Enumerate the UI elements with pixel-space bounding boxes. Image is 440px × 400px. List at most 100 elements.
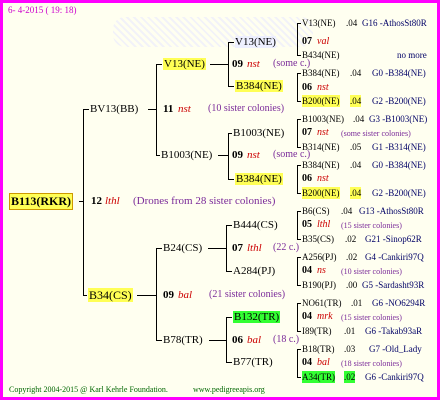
r1-code: G6 -NO6294R: [372, 298, 426, 308]
r1-name: B6(CS): [302, 206, 330, 216]
r1-year: .04: [341, 206, 353, 216]
b78-gen: 06: [232, 334, 243, 346]
v13ne2-queen[interactable]: V13(NE): [235, 36, 276, 48]
r1-name: B384(NE): [302, 68, 340, 78]
r1-year: .01: [351, 298, 363, 308]
r1-year: .04: [350, 68, 362, 78]
root-symbol: lthl: [105, 195, 120, 207]
b34-note: (21 sister colonies): [209, 289, 286, 300]
r2-code: no more: [397, 50, 427, 60]
b132-queen[interactable]: B132(TR): [233, 311, 281, 323]
r1-year: .03: [344, 344, 356, 354]
date-stamp: 6- 4-2015 ( 19: 18): [8, 5, 77, 15]
r2-name: B35(CS): [302, 234, 335, 244]
b384b-queen[interactable]: B384(NE): [235, 173, 283, 185]
b1003-symbol: nst: [247, 149, 260, 161]
r2-code: G2 -B200(NE): [372, 188, 426, 198]
b1003b-symbol: nst: [317, 127, 329, 138]
root-queen[interactable]: B113(RKR): [9, 193, 73, 210]
b384a-symbol: nst: [317, 82, 329, 93]
b384a-gen: 06: [302, 82, 312, 93]
b1003b-note: (some sister colonies): [341, 129, 411, 138]
r1-year: .02: [346, 252, 358, 262]
b444-note: (15 sister colonies): [341, 221, 402, 230]
bv13-symbol: nst: [178, 103, 191, 115]
a284-note: (10 sister colonies): [341, 267, 402, 276]
r2-name: B200(NE): [302, 187, 340, 199]
r1-name: B18(TR): [302, 344, 335, 354]
a284-queen[interactable]: A284(PJ): [233, 265, 275, 277]
bv13-queen[interactable]: BV13(BB): [90, 103, 138, 115]
b34-gen: 09: [163, 289, 174, 301]
v13-gen: 09: [232, 58, 243, 70]
b384a-queen[interactable]: B384(NE): [235, 80, 283, 92]
r2-name: B434(NE): [302, 50, 340, 60]
b77-queen[interactable]: B77(TR): [233, 356, 273, 368]
v13-symbol: nst: [247, 58, 260, 70]
r2-name: A34(TR): [302, 371, 335, 383]
b132-symbol: mrk: [317, 311, 333, 322]
v13ne2-gen: 07: [302, 36, 312, 47]
r2-name: B190(PJ): [302, 280, 337, 290]
r2-year: .05: [350, 142, 362, 152]
b444-symbol: lthl: [317, 219, 331, 230]
r1-code: G13 -AthosSt80R: [359, 206, 424, 216]
v13-queen[interactable]: V13(NE): [163, 58, 206, 70]
r2-year: .02: [345, 234, 357, 244]
a284-gen: 04: [302, 265, 312, 276]
b78-note: (18 c.): [273, 334, 300, 345]
b77-symbol: bal: [317, 357, 330, 368]
r2-code: G6 -Takab93aR: [365, 326, 423, 336]
b444-gen: 05: [302, 219, 312, 230]
r2-code: G21 -Sinop62R: [365, 234, 422, 244]
b24-note: (22 c.): [273, 242, 300, 253]
b24-queen[interactable]: B24(CS): [163, 242, 202, 254]
r2-year: .02: [344, 371, 356, 383]
r1-code: G16 -AthosSt80R: [362, 18, 427, 28]
root-note: (Drones from 28 sister colonies): [133, 195, 276, 207]
r2-name: I89(TR): [302, 326, 332, 336]
r2-year: .04: [350, 187, 362, 199]
r2-year: .01: [344, 326, 356, 336]
copyright: Copyright 2004-2015 @ Karl Kehrle Founda…: [9, 385, 168, 394]
b78-queen[interactable]: B78(TR): [163, 334, 203, 346]
bv13-gen: 11: [163, 103, 174, 115]
r2-code: G5 -Sardasht93R: [362, 280, 425, 290]
b77-gen: 04: [302, 357, 312, 368]
r2-code: G2 -B200(NE): [372, 96, 426, 106]
r1-name: NO61(TR): [302, 298, 342, 308]
r1-year: .04: [353, 114, 365, 124]
watermark: [113, 17, 313, 47]
b384b-symbol: nst: [317, 173, 329, 184]
b34-symbol: bal: [178, 289, 193, 301]
b24-gen: 07: [232, 242, 243, 254]
b1003-queen[interactable]: B1003(NE): [161, 149, 212, 161]
r2-code: G6 -Cankiri97Q: [365, 372, 424, 382]
b1003b-gen: 07: [302, 127, 312, 138]
b24-symbol: lthl: [247, 242, 262, 254]
site-link[interactable]: www.pedigreeapis.org: [193, 385, 265, 395]
root-gen: 12: [91, 195, 102, 207]
b1003b-queen[interactable]: B1003(NE): [233, 127, 284, 139]
r1-code: G0 -B384(NE): [372, 160, 426, 170]
r2-year: .04: [350, 95, 362, 107]
b77-note: (18 sister colonies): [341, 359, 402, 368]
r1-name: A256(PJ): [302, 252, 337, 262]
pedigree-frame: 6- 4-2015 ( 19: 18) B113(RKR) 12 lthl (D…: [0, 0, 440, 400]
b384b-gen: 06: [302, 173, 312, 184]
r2-year: .00: [346, 280, 358, 290]
r1-name: B1003(NE): [302, 114, 344, 124]
r1-code: G0 -B384(NE): [372, 68, 426, 78]
r1-year: .04: [350, 160, 362, 170]
b34-queen[interactable]: B34(CS): [88, 288, 133, 302]
b132-gen: 04: [302, 311, 312, 322]
r1-name: B384(NE): [302, 160, 340, 170]
v13ne2-symbol: val: [317, 36, 330, 47]
a284-symbol: ns: [317, 265, 326, 276]
b78-symbol: bal: [247, 334, 262, 346]
r2-name: B314(NE): [302, 142, 340, 152]
r1-name: V13(NE): [302, 18, 336, 28]
b132-note: (15 sister colonies): [341, 313, 402, 322]
b444-queen[interactable]: B444(CS): [233, 219, 278, 231]
r2-code: G1 -B314(NE): [372, 142, 426, 152]
